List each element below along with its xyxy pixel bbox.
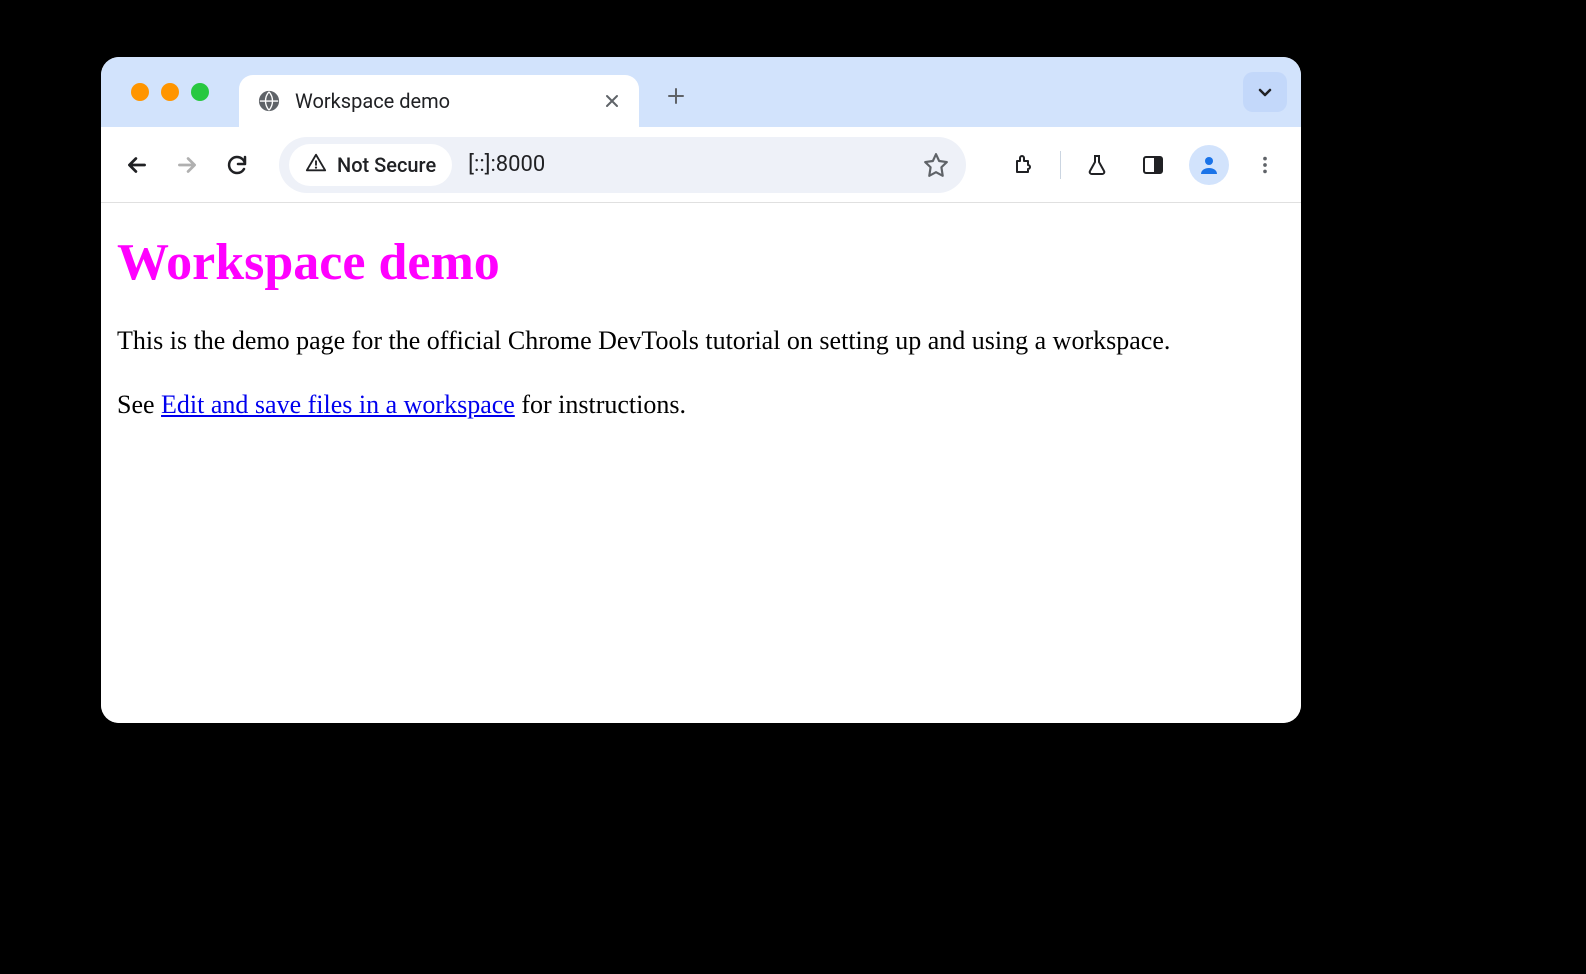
extensions-button[interactable] [1004, 145, 1044, 185]
toolbar-divider [1060, 151, 1061, 179]
tabs-dropdown-button[interactable] [1243, 72, 1287, 112]
page-heading: Workspace demo [117, 233, 1285, 292]
paragraph-prefix: See [117, 390, 161, 419]
side-panel-button[interactable] [1133, 145, 1173, 185]
paragraph-suffix: for instructions. [515, 390, 686, 419]
toolbar: Not Secure [::]:8000 [101, 127, 1301, 203]
tutorial-link[interactable]: Edit and save files in a workspace [161, 390, 515, 419]
window-minimize-button[interactable] [161, 83, 179, 101]
page-paragraph-1: This is the demo page for the official C… [117, 324, 1285, 358]
bookmark-button[interactable] [916, 145, 956, 185]
page-content: Workspace demo This is the demo page for… [101, 203, 1301, 723]
reload-button[interactable] [217, 145, 257, 185]
forward-button[interactable] [167, 145, 207, 185]
tab-close-button[interactable] [603, 92, 621, 110]
new-tab-button[interactable] [659, 79, 693, 113]
titlebar: Workspace demo [101, 57, 1301, 127]
browser-window: Workspace demo Not Secure [101, 57, 1301, 723]
globe-icon [257, 89, 281, 113]
window-controls [131, 83, 209, 101]
toolbar-right [1004, 145, 1285, 185]
window-maximize-button[interactable] [191, 83, 209, 101]
security-label: Not Secure [337, 153, 436, 177]
browser-tab[interactable]: Workspace demo [239, 75, 639, 127]
warning-icon [305, 152, 327, 178]
labs-button[interactable] [1077, 145, 1117, 185]
window-close-button[interactable] [131, 83, 149, 101]
address-bar[interactable]: Not Secure [::]:8000 [279, 137, 966, 193]
menu-button[interactable] [1245, 145, 1285, 185]
profile-button[interactable] [1189, 145, 1229, 185]
security-chip[interactable]: Not Secure [289, 144, 452, 186]
tab-title: Workspace demo [295, 89, 603, 113]
back-button[interactable] [117, 145, 157, 185]
page-paragraph-2: See Edit and save files in a workspace f… [117, 388, 1285, 422]
url-text: [::]:8000 [468, 152, 916, 177]
